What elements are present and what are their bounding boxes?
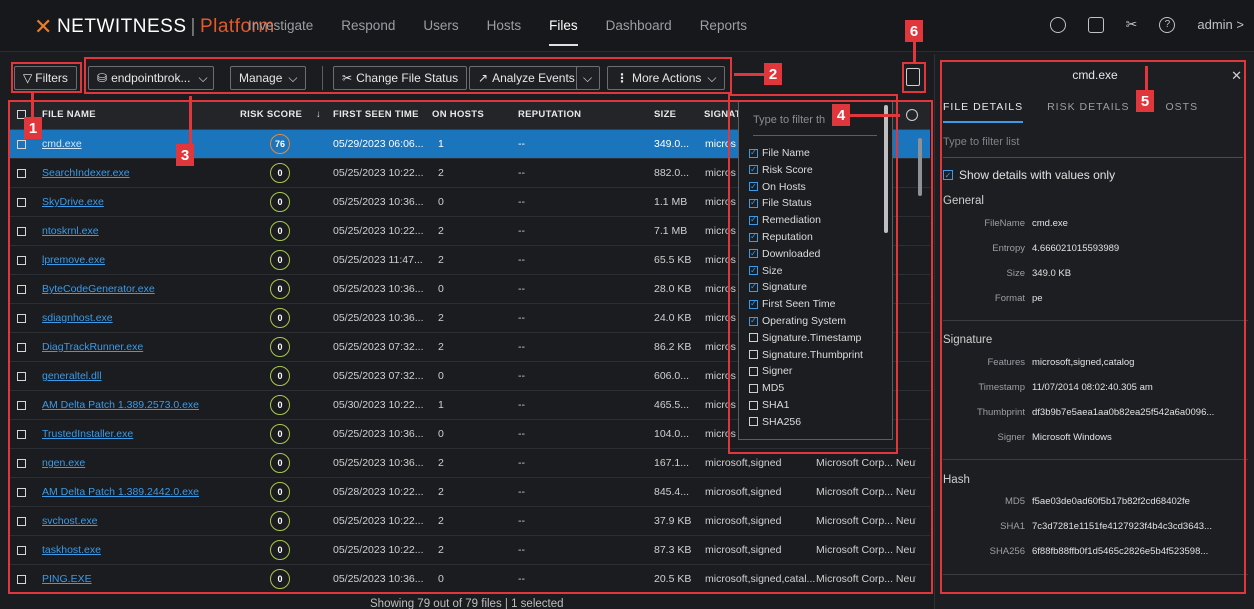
nav-respond[interactable]: Respond: [341, 18, 395, 33]
annotation-callout-2: 2: [764, 63, 782, 85]
annotation-box-toolbar: [84, 57, 732, 94]
top-nav: ✕ NETWITNESS | Platform Investigate Resp…: [0, 0, 1254, 52]
logo-mark-icon: ✕: [34, 14, 53, 39]
help-icon[interactable]: ?: [1159, 16, 1176, 33]
nav-menu: Investigate Respond Users Hosts Files Da…: [248, 18, 747, 46]
timer-icon[interactable]: [1049, 16, 1066, 33]
annotation-box-toggle: [902, 62, 926, 93]
table-footer-status: Showing 79 out of 79 files | 1 selected: [370, 598, 564, 609]
annotation-arrow: [189, 96, 192, 144]
annotation-box-filters: [11, 62, 82, 93]
annotation-callout-1: 1: [24, 117, 42, 139]
annotation-callout-3: 3: [176, 144, 194, 166]
logo-separator: |: [190, 16, 196, 37]
annotation-arrow: [1145, 66, 1148, 90]
nav-users[interactable]: Users: [423, 18, 458, 33]
netwitness-logo[interactable]: ✕ NETWITNESS | Platform: [34, 14, 275, 40]
user-menu[interactable]: admin >: [1197, 17, 1244, 32]
nav-investigate[interactable]: Investigate: [248, 18, 313, 33]
annotation-arrow: [734, 73, 764, 76]
annotation-arrow: [31, 93, 34, 117]
annotation-callout-4: 4: [832, 104, 850, 126]
nav-dashboard[interactable]: Dashboard: [606, 18, 672, 33]
brand-name: NETWITNESS: [56, 16, 187, 37]
annotation-box-panel: [940, 60, 1246, 594]
notes-icon[interactable]: [1087, 16, 1104, 33]
annotation-arrow: [913, 42, 916, 62]
nav-right: ✂ ? admin >: [1049, 16, 1244, 33]
annotation-callout-5: 5: [1136, 90, 1154, 112]
nav-reports[interactable]: Reports: [700, 18, 747, 33]
annotation-arrow: [850, 114, 900, 117]
nav-hosts[interactable]: Hosts: [487, 18, 522, 33]
nav-files[interactable]: Files: [549, 18, 578, 46]
annotation-box-chooser: [728, 94, 898, 454]
annotation-callout-6: 6: [905, 20, 923, 42]
tools-icon[interactable]: ✂: [1126, 16, 1138, 33]
